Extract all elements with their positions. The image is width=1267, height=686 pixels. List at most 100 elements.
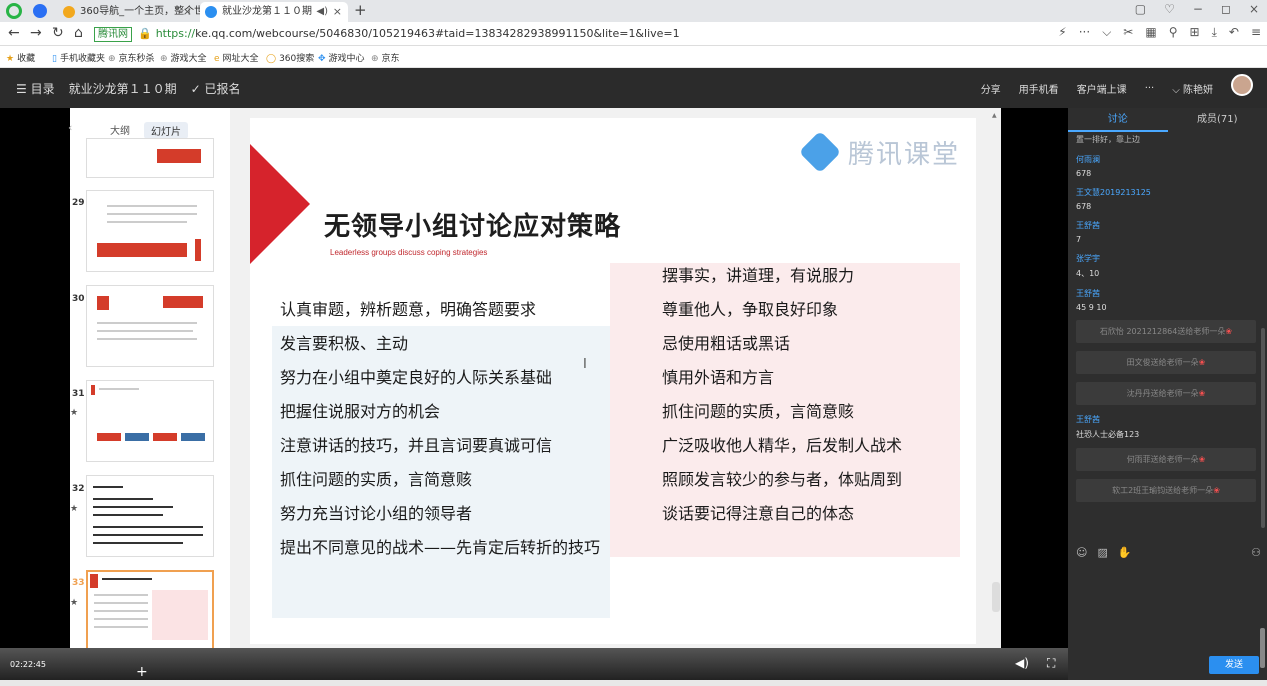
watch-on-phone-button[interactable]: 用手机看: [1019, 81, 1059, 96]
emoji-icon[interactable]: ☺: [1076, 546, 1087, 559]
message-fragment: 置一排好，靠上边: [1076, 135, 1140, 144]
sender-name[interactable]: 王舒茜: [1076, 220, 1256, 231]
volume-icon[interactable]: ◀): [1015, 656, 1029, 670]
speaker-icon[interactable]: ◀): [316, 2, 328, 22]
chat-message: 张学宇 4、10: [1076, 253, 1256, 279]
bookmark-game-center[interactable]: ✥ 游戏中心: [318, 51, 365, 64]
slide-scrollbar[interactable]: ▲: [992, 112, 1000, 642]
star-icon[interactable]: ★: [70, 504, 78, 514]
bookmark-games[interactable]: ⊕ 游戏大全: [160, 51, 207, 64]
address-bar[interactable]: 腾讯网 🔒 https://ke.qq.com/webcourse/5046830/…: [94, 25, 1094, 43]
slide-number: 31: [72, 389, 85, 399]
star-icon[interactable]: ★: [70, 408, 78, 418]
list-item: 抓住问题的实质，言简意赅: [662, 402, 855, 421]
tab-360-nav[interactable]: 360导航_一个主页，整个世界 ×: [58, 2, 214, 22]
bookmark-mobile[interactable]: ▯ 手机收藏夹: [52, 51, 105, 64]
bookmark-jd-sale[interactable]: ⊕ 京东秒杀: [108, 51, 155, 64]
apps-icon[interactable]: ⊞: [1190, 25, 1200, 40]
globe-icon: ⊕: [108, 54, 116, 64]
slide-thumbnails-panel: 大纲 幻灯片 29 30 31 ★ 32 ★ 33 ★: [70, 108, 230, 656]
slide-thumbnail[interactable]: [86, 138, 214, 178]
dropdown-icon[interactable]: ⌵: [1102, 25, 1111, 40]
url-scheme: https://: [155, 27, 196, 40]
new-tab-button[interactable]: +: [354, 1, 367, 19]
sender-name[interactable]: 张学宇: [1076, 253, 1256, 264]
tab-discussion[interactable]: 讨论: [1068, 108, 1168, 132]
search-icon[interactable]: ⚲: [1169, 25, 1178, 40]
red-triangle-decoration: [250, 144, 310, 264]
input-scrollbar[interactable]: [1260, 628, 1265, 668]
restore-tabs-icon[interactable]: ▢: [1135, 2, 1146, 16]
bookmark-site-nav[interactable]: e 网址大全: [214, 51, 259, 64]
play-logo-icon: [798, 130, 842, 174]
classroom-header: ☰ 目录 就业沙龙第１１０期 ✓ 已报名 分享 用手机看 客户端上课 ··· ⌵…: [0, 68, 1267, 108]
more-button[interactable]: ···: [1145, 83, 1155, 94]
bookmark-favorites[interactable]: ★ 收藏: [6, 51, 35, 64]
image-icon[interactable]: ▨: [1097, 546, 1107, 559]
bookmark-jd[interactable]: ⊕ 京东: [371, 51, 400, 64]
slide-thumbnail[interactable]: [86, 285, 214, 367]
player-control-bar: [0, 648, 1068, 680]
chat-message: 王文慧2019213125 678: [1076, 187, 1256, 211]
sender-name[interactable]: 何雨澜: [1076, 154, 1256, 165]
slide-thumbnail[interactable]: [86, 190, 214, 272]
forward-icon[interactable]: →: [30, 25, 42, 41]
undo-icon[interactable]: ↶: [1229, 25, 1239, 40]
sender-name[interactable]: 王舒茜: [1076, 414, 1256, 425]
send-button[interactable]: 发送: [1209, 656, 1259, 674]
catalog-button[interactable]: ☰ 目录: [16, 80, 55, 97]
fullscreen-icon[interactable]: ⛶: [1047, 656, 1055, 671]
scissors-icon[interactable]: ✂: [1123, 25, 1133, 40]
close-tab-icon[interactable]: ×: [183, 2, 192, 22]
sender-name[interactable]: 王舒茜: [1076, 288, 1256, 299]
list-item: 把握住说服对方的机会: [280, 402, 441, 421]
collapse-panel-icon[interactable]: ‹: [68, 121, 72, 134]
nav-tools: ⚡ ··· ⌵ ✂ ▦ ⚲ ⊞ ⤓ ↶ ≡: [1058, 25, 1261, 40]
list-item: 谈话要记得注意自己的体态: [662, 504, 855, 523]
close-window-icon[interactable]: ×: [1249, 2, 1259, 16]
menu-icon[interactable]: ≡: [1251, 25, 1261, 40]
share-button[interactable]: 分享: [981, 81, 1001, 96]
chat-scrollbar[interactable]: [1261, 328, 1265, 528]
left-strategy-list: 认真审题，辨析题意，明确答题要求 发言要积极、主动 努力在小组中奠定良好的人际关…: [280, 293, 600, 565]
bookmark-360-search[interactable]: ◯ 360搜索: [266, 51, 314, 64]
more-icon[interactable]: ···: [1079, 25, 1090, 40]
download-icon[interactable]: ⤓: [1212, 25, 1217, 40]
favorite-icon[interactable]: ♡: [1164, 2, 1175, 16]
window-controls: ▢ ♡ − ◻ ×: [1135, 2, 1259, 16]
maximize-icon[interactable]: ◻: [1221, 2, 1231, 16]
globe-icon: ⊕: [160, 54, 168, 64]
refresh-icon[interactable]: ↻: [52, 25, 64, 41]
tab-outline[interactable]: 大纲: [110, 122, 130, 139]
tab-members[interactable]: 成员(71): [1168, 108, 1267, 132]
slide-number: 30: [72, 294, 85, 304]
slide-number: 29: [72, 198, 85, 208]
user-menu[interactable]: ⌵ 陈艳妍: [1172, 81, 1213, 96]
client-class-button[interactable]: 客户端上课: [1077, 81, 1127, 96]
slide-number: 32: [72, 484, 85, 494]
avatar[interactable]: [1231, 74, 1253, 96]
minimize-icon[interactable]: −: [1193, 2, 1203, 16]
add-icon[interactable]: +: [136, 664, 148, 680]
scrollbar-thumb[interactable]: [992, 582, 1000, 612]
back-icon[interactable]: ←: [8, 25, 20, 41]
raise-hand-icon[interactable]: ✋: [1118, 546, 1132, 559]
slide-thumbnail[interactable]: [86, 380, 214, 462]
tab-course[interactable]: 就业沙龙第１１０期 ◀) ×: [200, 2, 348, 22]
user-settings-icon[interactable]: ⚇: [1251, 546, 1261, 559]
close-tab-icon[interactable]: ×: [333, 2, 342, 22]
slide-thumbnail[interactable]: [86, 475, 214, 557]
search-logo-icon: ◯: [266, 54, 277, 64]
site-badge: 腾讯网: [94, 27, 132, 42]
lightning-icon[interactable]: ⚡: [1058, 25, 1066, 40]
star-icon[interactable]: ★: [70, 598, 78, 608]
browser-logo-icon[interactable]: [6, 3, 22, 19]
extension-icon[interactable]: ▦: [1145, 25, 1156, 40]
sender-name[interactable]: 王文慧2019213125: [1076, 187, 1256, 198]
slide-thumbnail-current[interactable]: [86, 570, 214, 652]
shield-icon[interactable]: [33, 4, 47, 18]
tab-slides[interactable]: 幻灯片: [144, 122, 188, 139]
scroll-up-icon[interactable]: ▲: [992, 112, 997, 119]
home-icon[interactable]: ⌂: [74, 25, 83, 41]
flower-icon: ❀: [1198, 358, 1206, 367]
